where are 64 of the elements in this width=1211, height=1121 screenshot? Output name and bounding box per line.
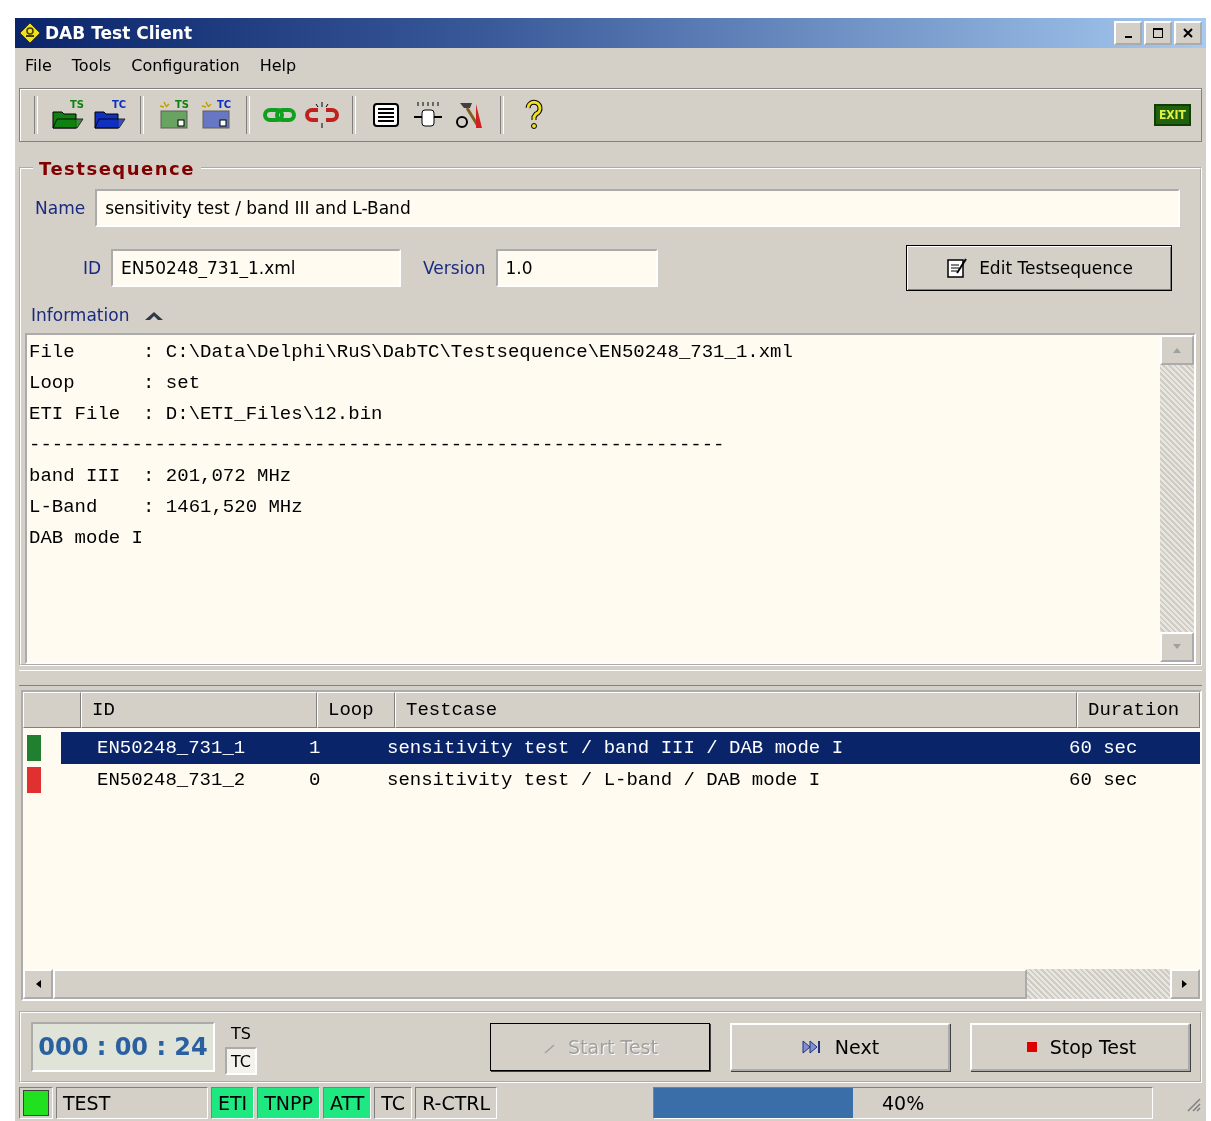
memo-line: DAB mode I [29, 525, 145, 551]
app-icon [19, 21, 41, 44]
scroll-left-icon[interactable] [34, 979, 42, 990]
splitter[interactable] [19, 670, 1202, 687]
maximize-button[interactable] [1144, 20, 1172, 45]
field-label: ID [81, 257, 101, 278]
stop-test-button[interactable]: Stop Test [970, 1023, 1190, 1072]
table-cell-text: sensitivity test / L-band / DAB mode I [386, 768, 822, 794]
table-row[interactable]: EN50248_731_1 1 sensitivity test / band III / DAB mode I 60 sec [61, 732, 1200, 765]
memo-line: band III : 201,072 MHz [29, 463, 293, 489]
memo-line: ETI File : D:\ETI_Files\12.bin [29, 401, 384, 427]
mode-toggle[interactable]: TC [225, 1047, 257, 1076]
icon-label: TS [175, 98, 190, 110]
status-indicator: R-CTRL [415, 1087, 498, 1119]
horizontal-scrollbar[interactable] [23, 969, 1200, 1000]
icon-label: TC [112, 98, 127, 110]
icon-label: TS [70, 98, 85, 110]
table-row[interactable]: EN50248_731_2 0 sensitivity test / L-band / DAB mode I 60 sec [61, 764, 1200, 797]
status-indicator: TC [374, 1087, 413, 1119]
minimize-icon [1124, 35, 1132, 38]
status-indicator: ETI [211, 1087, 255, 1119]
close-button[interactable] [1174, 20, 1202, 45]
column-header[interactable]: Testcase [395, 692, 1077, 729]
scroll-right-icon[interactable] [1181, 979, 1189, 990]
close-icon [1182, 26, 1194, 39]
elapsed-time: 000 : 00 : 24 [38, 1033, 208, 1062]
menu-item[interactable]: Help [259, 56, 297, 76]
exit-button[interactable]: EXIT [1153, 103, 1191, 126]
group-title: Testsequence [38, 157, 196, 179]
table-cell-text: EN50248_731_1 [96, 736, 247, 762]
memo-line: File : C:\Data\Delphi\RuS\DabTC\Testsequence\EN50248_731_1.xml [29, 339, 794, 365]
status-indicator: ATT [322, 1087, 372, 1119]
window-title: DAB Test Client [45, 22, 193, 43]
table-cell-text: sensitivity test / band III / DAB mode I [386, 736, 845, 762]
table-cell-text: 0 [308, 768, 322, 794]
memo-line: Loop : set [29, 370, 202, 396]
new-file-button[interactable]: TC [196, 94, 236, 135]
memo-line: ------------------------------------------------------------- [29, 432, 726, 458]
menu-item[interactable]: File [25, 56, 52, 76]
id-field[interactable]: EN50248_731_1.xml [111, 248, 401, 287]
field-label: Version [423, 257, 486, 278]
table-cell-text: 1 [308, 736, 322, 762]
mode-panel: TEST [56, 1087, 208, 1119]
table-cell-text: 60 sec [1068, 736, 1139, 762]
icon-label: TC [217, 98, 232, 110]
memo-line: L-Band : 1461,520 MHz [29, 494, 304, 520]
status-indicator: TNPP [257, 1087, 320, 1119]
table-cell-text: 60 sec [1068, 768, 1139, 794]
progress-text: 40% [880, 1091, 926, 1116]
maximize-icon [1152, 26, 1164, 39]
edit-testsequence-button[interactable]: Edit Testsequence [906, 244, 1172, 291]
name-field[interactable]: sensitivity test / band III and L-Band [95, 188, 1180, 227]
menu-item[interactable]: Configuration [131, 56, 240, 76]
version-field[interactable]: 1.0 [495, 248, 658, 287]
menu-item[interactable]: Tools [71, 56, 112, 76]
column-header[interactable]: Duration [1077, 692, 1200, 729]
mode-toggle[interactable]: TS [225, 1019, 257, 1048]
column-header[interactable]: ID [81, 692, 317, 729]
column-header[interactable]: Loop [317, 692, 395, 729]
field-label: Name [35, 197, 86, 218]
information-label: Information [31, 304, 130, 325]
open-folder-button[interactable]: TC [90, 94, 130, 135]
next-button[interactable]: Next [730, 1023, 950, 1072]
table-cell-text: EN50248_731_2 [96, 768, 247, 794]
